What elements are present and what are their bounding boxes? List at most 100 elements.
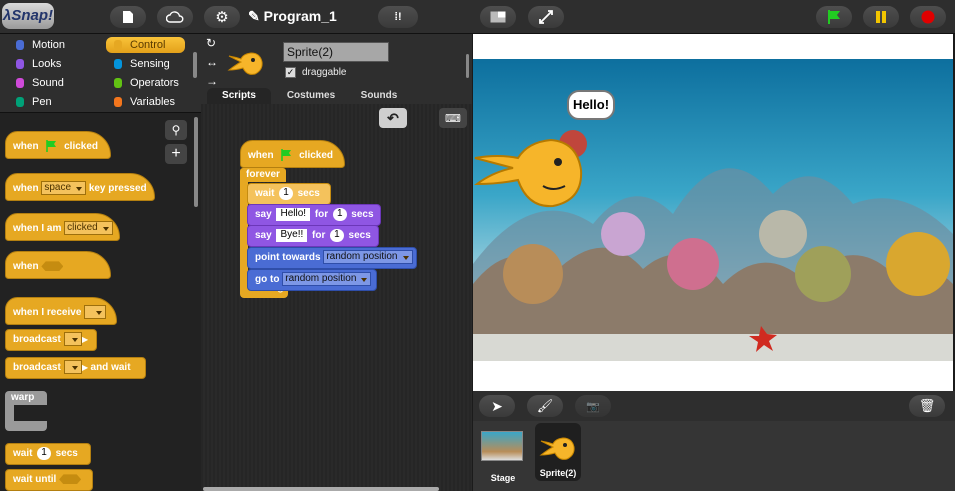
sensing-color-icon: [114, 59, 122, 69]
editor-tabs: Scripts Costumes Sounds: [201, 88, 472, 104]
message-dropdown[interactable]: [84, 305, 107, 320]
script-when-flag-clicked-block[interactable]: when clicked: [240, 140, 345, 168]
when-i-receive-block[interactable]: when I receive: [5, 297, 117, 325]
wait-secs-block[interactable]: wait 1 secs: [5, 443, 91, 465]
presentation-mode-button[interactable]: [528, 6, 564, 28]
interaction-dropdown[interactable]: clicked: [64, 221, 113, 236]
green-flag-button[interactable]: [816, 6, 852, 28]
text-slot[interactable]: Hello!: [276, 207, 311, 221]
trash-button[interactable]: 🗑: [909, 395, 945, 417]
stage-label: Stage: [490, 473, 516, 483]
script-say-hello-block[interactable]: say Hello! for 1 secs: [247, 204, 381, 226]
boolean-slot[interactable]: [41, 261, 64, 272]
boolean-slot[interactable]: [59, 474, 82, 485]
category-selector: Motion Control Looks Sensing Sound Opera…: [0, 34, 201, 112]
block-text: say: [255, 209, 272, 220]
text-slot[interactable]: Bye!!: [276, 228, 308, 242]
message-dropdown[interactable]: [63, 332, 82, 347]
block-text: wait: [255, 188, 275, 199]
settings-button[interactable]: ⚙: [204, 6, 240, 28]
target-dropdown[interactable]: random position: [323, 250, 413, 265]
target-dropdown[interactable]: random position: [282, 272, 372, 287]
search-blocks-button[interactable]: ⚲: [165, 120, 187, 140]
number-slot[interactable]: 1: [332, 207, 347, 221]
block-text: secs: [351, 209, 374, 220]
number-slot[interactable]: 1: [37, 446, 51, 460]
palette-scrollbar[interactable]: [194, 117, 198, 207]
rotate-icon[interactable]: ↻: [206, 37, 216, 49]
category-control[interactable]: Control: [106, 37, 185, 53]
pen-color-icon: [16, 97, 24, 107]
category-sensing[interactable]: Sensing: [106, 56, 192, 72]
category-operators[interactable]: Operators: [106, 75, 192, 91]
tab-costumes[interactable]: Costumes: [277, 88, 345, 104]
category-label: Control: [130, 39, 166, 51]
key-dropdown[interactable]: space: [41, 181, 87, 196]
snap-logo[interactable]: λSnap!: [2, 3, 54, 29]
category-label: Variables: [130, 96, 176, 108]
stage-size-button[interactable]: [480, 6, 516, 28]
undo-button[interactable]: ↶: [379, 108, 407, 128]
block-text: broadcast: [13, 362, 61, 373]
block-text: wait: [13, 474, 33, 485]
stage[interactable]: Hello!: [473, 34, 953, 391]
block-text: clicked: [64, 141, 99, 152]
category-motion[interactable]: Motion: [8, 37, 94, 53]
keyboard-entry-button[interactable]: ⌨: [439, 108, 467, 128]
brush-icon: 🖌: [536, 398, 554, 413]
category-sound[interactable]: Sound: [8, 75, 94, 91]
file-menu-button[interactable]: [110, 6, 146, 28]
category-variables[interactable]: Variables: [106, 94, 192, 110]
warp-block[interactable]: warp: [5, 391, 47, 431]
sprite-name-field[interactable]: Sprite(2): [283, 42, 389, 62]
script-wait-secs-block[interactable]: wait 1 secs: [247, 183, 331, 205]
broadcast-block[interactable]: broadcast ▶: [5, 329, 97, 351]
block-text: when: [13, 183, 39, 194]
when-flag-clicked-block[interactable]: when clicked: [5, 131, 111, 159]
scripts-area[interactable]: ↶ ⌨ when clicked forever ↻ wait 1 secs s…: [201, 104, 472, 491]
tab-scripts[interactable]: Scripts: [207, 88, 271, 104]
stepping-button[interactable]: ⁞!: [378, 6, 418, 28]
file-icon: [123, 11, 133, 23]
draggable-checkbox[interactable]: ✓: [285, 67, 296, 78]
broadcast-and-wait-block[interactable]: broadcast ▶ and wait: [5, 357, 146, 379]
pause-button[interactable]: [863, 6, 899, 28]
number-slot[interactable]: 1: [279, 186, 293, 200]
add-turtle-sprite-button[interactable]: ➤: [479, 395, 515, 417]
block-text: when: [13, 261, 39, 272]
forever-label: forever: [240, 168, 286, 182]
category-scrollbar[interactable]: [193, 52, 197, 78]
block-text: say: [255, 230, 272, 241]
cloud-menu-button[interactable]: [157, 6, 193, 28]
stop-icon: [921, 10, 935, 24]
wait-until-block[interactable]: wait until: [5, 469, 93, 491]
search-icon: ⚲: [171, 123, 181, 137]
when-i-am-clicked-block[interactable]: when I am clicked: [5, 213, 120, 241]
stage-thumbnail-item[interactable]: Stage: [481, 429, 525, 487]
scripts-horizontal-scrollbar[interactable]: [203, 487, 439, 491]
category-looks[interactable]: Looks: [8, 56, 94, 72]
sprite-info-scrollbar[interactable]: [466, 54, 469, 78]
green-flag-icon: [46, 140, 57, 153]
camera-sprite-button[interactable]: 📷: [575, 395, 611, 417]
number-slot[interactable]: 1: [330, 228, 344, 242]
left-right-icon[interactable]: ↔: [206, 56, 218, 68]
block-text: secs: [348, 230, 371, 241]
no-rotate-icon[interactable]: →: [206, 75, 218, 87]
sprite-on-stage[interactable]: [473, 128, 593, 218]
script-go-to-block[interactable]: go to random position: [247, 269, 377, 291]
script-say-bye-block[interactable]: say Bye!! for 1 secs: [247, 225, 379, 247]
footprints-icon: ⁞!: [394, 11, 402, 23]
make-block-button[interactable]: +: [165, 144, 187, 164]
operators-color-icon: [114, 78, 122, 88]
paint-new-sprite-button[interactable]: 🖌: [527, 395, 563, 417]
when-condition-block[interactable]: when: [5, 251, 111, 279]
category-label: Pen: [32, 96, 52, 108]
stop-button[interactable]: [910, 6, 946, 28]
sprite-thumbnail-item[interactable]: Sprite(2): [535, 423, 581, 481]
category-pen[interactable]: Pen: [8, 94, 94, 110]
message-dropdown[interactable]: [63, 360, 82, 375]
when-key-pressed-block[interactable]: when space key pressed: [5, 173, 155, 201]
tab-sounds[interactable]: Sounds: [347, 88, 411, 104]
script-point-towards-block[interactable]: point towards random position: [247, 247, 417, 269]
